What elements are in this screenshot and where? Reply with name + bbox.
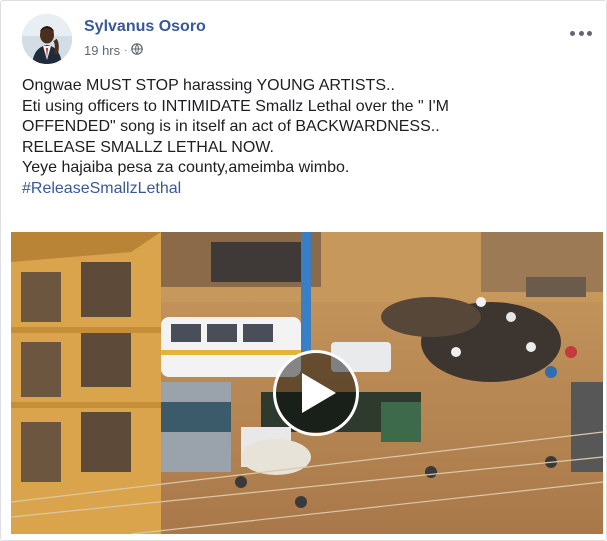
post-line: Eti using officers to INTIMIDATE Smallz … <box>22 97 449 115</box>
play-icon[interactable] <box>273 350 359 436</box>
video-player[interactable] <box>11 232 603 534</box>
author-name[interactable]: Sylvanus Osoro <box>84 18 206 36</box>
post-timestamp[interactable]: 19 hrs <box>84 43 120 58</box>
globe-icon[interactable] <box>131 43 144 58</box>
post-line: Yeye hajaiba pesa za county,ameimba wimb… <box>22 159 350 176</box>
facebook-post: Sylvanus Osoro 19 hrs · Ongwae MUST STOP… <box>0 0 607 541</box>
post-meta: 19 hrs · <box>84 43 144 58</box>
meta-separator: · <box>124 45 128 56</box>
menu-dot <box>578 30 584 36</box>
post-line: RELEASE SMALLZ LETHAL NOW. <box>22 138 274 156</box>
menu-dot <box>570 30 575 36</box>
post-body: Ongwae MUST STOP harassing YOUNG ARTISTS… <box>22 76 592 199</box>
post-line: OFFENDED" song is in itself an act of BA… <box>22 118 440 135</box>
post-header: Sylvanus Osoro 19 hrs · <box>22 14 606 64</box>
menu-dot <box>587 30 592 36</box>
author-avatar[interactable] <box>22 14 72 64</box>
hashtag-link[interactable]: #ReleaseSmallzLethal <box>22 179 592 200</box>
more-options-icon[interactable] <box>570 26 592 40</box>
post-line: Ongwae MUST STOP harassing YOUNG ARTISTS… <box>22 77 395 94</box>
